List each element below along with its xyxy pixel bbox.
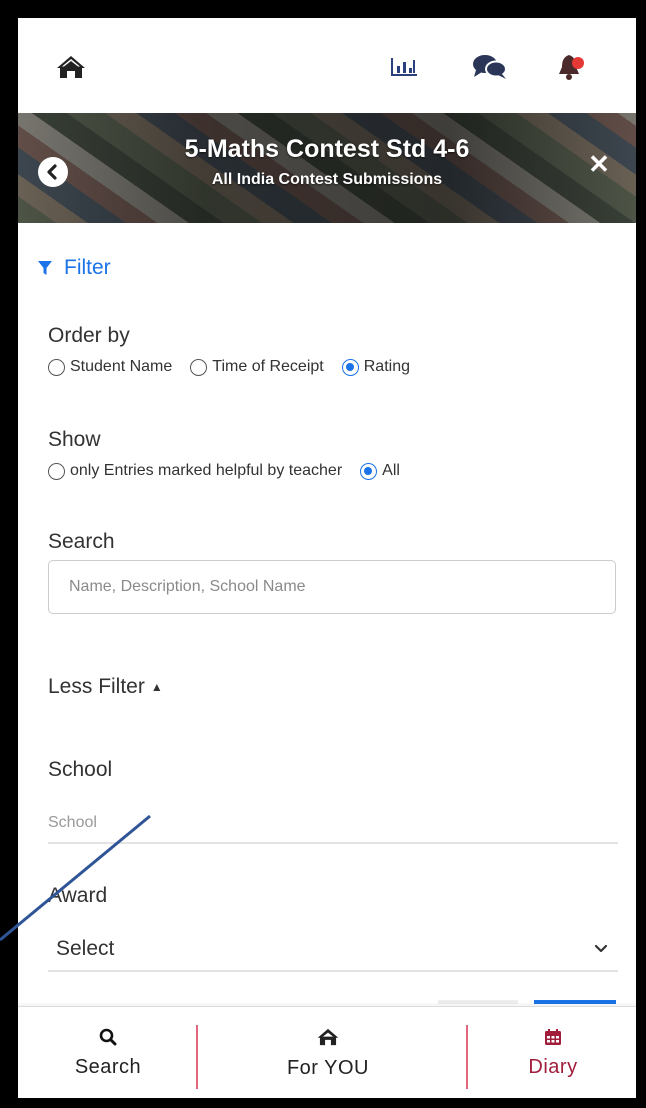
search-icon bbox=[99, 1028, 117, 1045]
frame-right bbox=[636, 0, 646, 1108]
nav-divider bbox=[196, 1025, 198, 1089]
notifications-button[interactable] bbox=[554, 52, 588, 82]
radio-label: Student Name bbox=[70, 358, 173, 375]
contest-subtitle: All India Contest Submissions bbox=[211, 171, 443, 188]
radio-button-selected[interactable] bbox=[341, 358, 359, 376]
radio-button-selected[interactable] bbox=[360, 462, 378, 480]
award-label: Award bbox=[48, 884, 108, 907]
filter-label: Filter bbox=[64, 256, 111, 279]
school-label: School bbox=[48, 758, 113, 781]
hidden-button-edge bbox=[534, 1000, 616, 1004]
nav-search[interactable]: Search bbox=[58, 1007, 158, 1098]
nav-diary-label: Diary bbox=[528, 1055, 578, 1078]
radio-button[interactable] bbox=[190, 358, 208, 376]
less-filter-toggle[interactable]: Less Filter ▲ bbox=[48, 675, 163, 699]
app-screen: 5-Maths Contest Std 4-6 All India Contes… bbox=[18, 18, 636, 1098]
radio-button[interactable] bbox=[48, 462, 65, 480]
notification-dot bbox=[572, 57, 584, 69]
nav-for-you[interactable]: For YOU bbox=[248, 1007, 408, 1098]
top-icon-bar bbox=[18, 18, 636, 113]
contest-banner: 5-Maths Contest Std 4-6 All India Contes… bbox=[18, 113, 636, 223]
stats-button[interactable] bbox=[388, 52, 420, 82]
show-all[interactable]: All bbox=[360, 462, 400, 480]
order-by-student-name[interactable]: Student Name bbox=[48, 358, 172, 376]
award-select[interactable]: Select bbox=[48, 928, 618, 972]
order-by-group: Student Name Time of Receipt Rating bbox=[48, 358, 428, 376]
show-group: only Entries marked helpful by teacher A… bbox=[48, 462, 418, 480]
chat-icon bbox=[473, 55, 507, 79]
hidden-button-edge bbox=[438, 1000, 518, 1004]
funnel-icon bbox=[38, 261, 52, 275]
radio-button[interactable] bbox=[48, 358, 65, 376]
caret-up-icon: ▲ bbox=[150, 680, 163, 694]
bottom-navigation: Search For YOU Diary bbox=[18, 1006, 636, 1098]
close-button[interactable]: ✕ bbox=[584, 149, 614, 179]
nav-diary[interactable]: Diary bbox=[498, 1007, 608, 1098]
order-by-label: Order by bbox=[48, 324, 130, 347]
contest-title: 5-Maths Contest Std 4-6 bbox=[184, 135, 470, 163]
nav-for-you-label: For YOU bbox=[286, 1056, 370, 1079]
home-icon bbox=[317, 1028, 339, 1045]
close-icon: ✕ bbox=[588, 148, 610, 179]
school-input[interactable] bbox=[48, 804, 618, 844]
radio-label: only Entries marked helpful by teacher bbox=[70, 462, 343, 479]
filter-toggle[interactable]: Filter bbox=[38, 256, 111, 280]
radio-label: All bbox=[382, 462, 400, 479]
home-icon bbox=[57, 56, 85, 78]
radio-label: Time of Receipt bbox=[212, 358, 324, 375]
search-input[interactable] bbox=[48, 560, 616, 614]
frame-top bbox=[0, 0, 646, 18]
show-helpful-only[interactable]: only Entries marked helpful by teacher bbox=[48, 462, 342, 480]
order-by-rating[interactable]: Rating bbox=[341, 358, 410, 376]
calendar-icon bbox=[545, 1028, 561, 1045]
show-label: Show bbox=[48, 428, 101, 451]
nav-divider bbox=[466, 1025, 468, 1089]
frame-left bbox=[0, 0, 18, 1108]
search-label: Search bbox=[48, 530, 115, 553]
award-select-value: Select bbox=[56, 937, 115, 960]
bar-chart-icon bbox=[391, 58, 417, 76]
order-by-time-of-receipt[interactable]: Time of Receipt bbox=[190, 358, 324, 376]
less-filter-label: Less Filter bbox=[48, 675, 145, 698]
radio-label: Rating bbox=[363, 358, 410, 375]
messages-button[interactable] bbox=[470, 52, 510, 82]
nav-search-label: Search bbox=[74, 1055, 142, 1078]
bell-icon bbox=[559, 55, 584, 80]
chevron-down-icon bbox=[594, 944, 608, 953]
home-button[interactable] bbox=[54, 52, 88, 82]
frame-bottom bbox=[0, 1098, 646, 1108]
